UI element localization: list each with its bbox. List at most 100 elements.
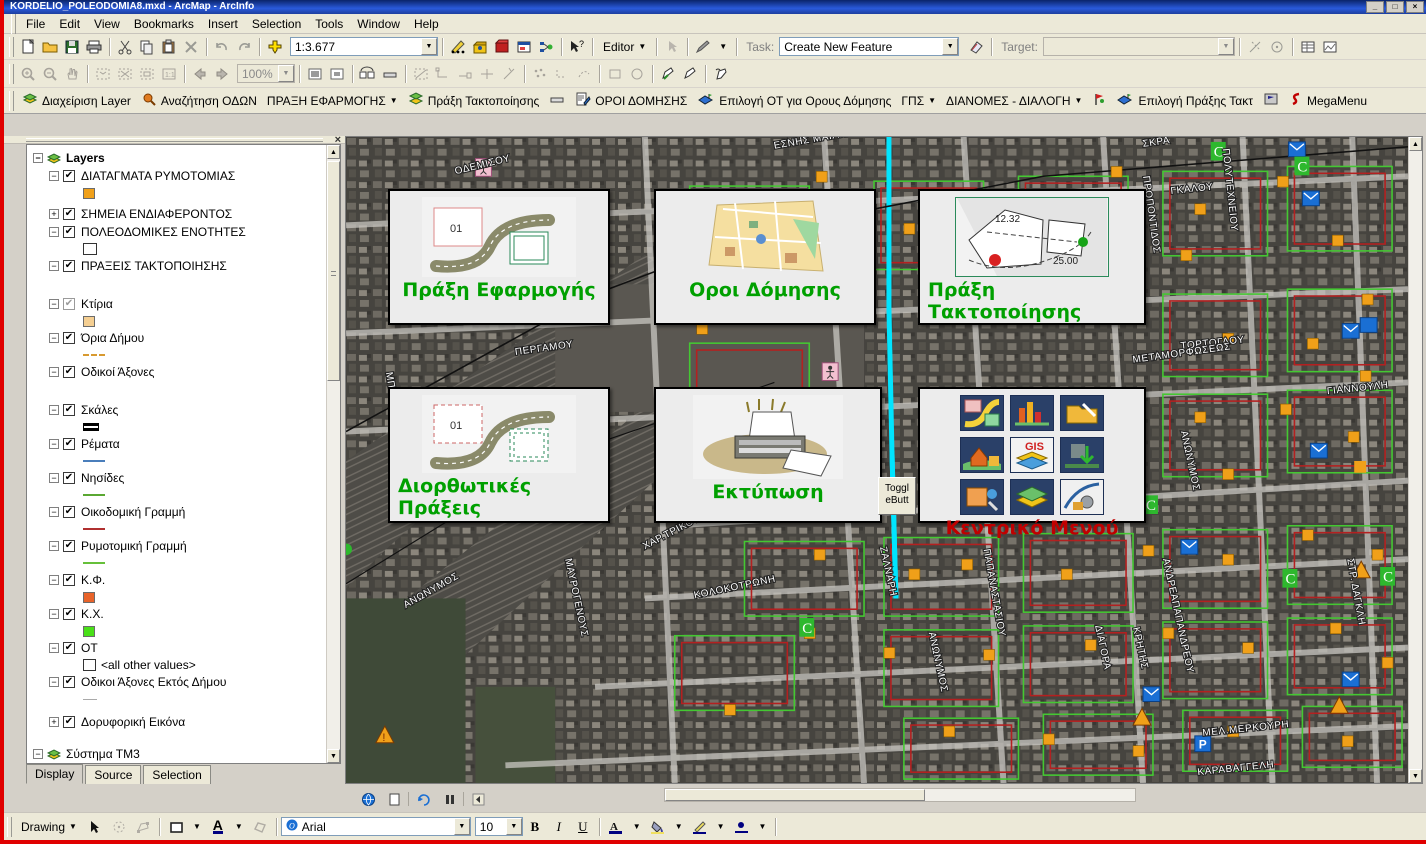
save-map-icon[interactable] — [61, 36, 83, 58]
map-vertical-scrollbar[interactable]: ▲ ▼ — [1408, 137, 1422, 783]
menu-bookmarks[interactable]: Bookmarks — [127, 15, 201, 33]
refresh-icon[interactable] — [357, 63, 379, 85]
point-set-icon[interactable] — [529, 63, 551, 85]
collapse-icon[interactable]: − — [49, 171, 59, 181]
layer-visibility-checkbox[interactable]: ✔ — [63, 260, 75, 272]
whats-this-help-icon[interactable]: ? — [566, 36, 588, 58]
redo-icon[interactable] — [233, 36, 255, 58]
sketch-dropdown-icon[interactable]: ▼ — [714, 42, 732, 51]
pan-icon[interactable] — [61, 63, 83, 85]
toc-layer-kx[interactable]: − ✔ Κ.Χ. — [33, 605, 326, 623]
refresh-view-icon[interactable] — [411, 788, 435, 810]
layer-visibility-checkbox[interactable]: ✔ — [63, 540, 75, 552]
minimize-button[interactable]: _ — [1366, 1, 1384, 13]
font-family-combo[interactable]: O Arial ▼ — [280, 817, 471, 836]
panel-praxi-taktopoiisis[interactable]: 12.32 25.00 Πράξη Τακτοποίησης — [918, 189, 1146, 325]
collapse-icon[interactable]: − — [49, 643, 59, 653]
layer-visibility-checkbox[interactable]: ✔ — [63, 366, 75, 378]
toc-scrollbar[interactable]: ▲ ▼ — [326, 145, 340, 763]
circle-tool-icon[interactable] — [626, 63, 648, 85]
menu-insert[interactable]: Insert — [201, 15, 245, 33]
toolbar-item-dianomes-dialogi[interactable]: ΔΙΑΝΟΜΕΣ - ΔΙΑΛΟΓΗ ▼ — [941, 92, 1087, 110]
editor-tool-icon[interactable] — [447, 36, 469, 58]
toc-layer-kf[interactable]: − ✔ Κ.Φ. — [33, 571, 326, 589]
bold-button[interactable]: B — [523, 816, 547, 838]
endpoint-arc-icon[interactable] — [454, 63, 476, 85]
fixed-zoom-out-icon[interactable] — [136, 63, 158, 85]
new-map-icon[interactable] — [17, 36, 39, 58]
grid-icon-measure[interactable] — [1060, 479, 1104, 515]
chevron-down-icon[interactable]: ▼ — [754, 822, 772, 831]
python-window-icon[interactable] — [513, 36, 535, 58]
select-elements-icon[interactable] — [83, 816, 107, 838]
expand-icon[interactable]: + — [49, 209, 59, 219]
layer-visibility-checkbox[interactable]: ✔ — [63, 170, 75, 182]
arctoolbox-icon[interactable] — [469, 36, 491, 58]
maximize-button[interactable]: □ — [1386, 1, 1404, 13]
toolbar-item-oroi-domisis[interactable]: ΟΡΟΙ ΔΟΜΗΣΗΣ — [570, 90, 692, 111]
grid-icon-layers[interactable] — [1010, 479, 1054, 515]
toc-layer-poleodomikes[interactable]: − ✔ ΠΟΛΕΟΔΟΜΙΚΕΣ ΕΝΟΤΗΤΕΣ — [33, 223, 326, 241]
menu-window[interactable]: Window — [350, 15, 407, 33]
layer-visibility-checkbox[interactable]: ✔ — [63, 472, 75, 484]
menu-edit[interactable]: Edit — [52, 15, 87, 33]
close-button[interactable]: × — [1406, 1, 1424, 13]
sketch-tool-icon[interactable] — [410, 63, 432, 85]
toc-layer-oikodomiki-grammi[interactable]: − ✔ Οικοδομική Γραμμή — [33, 503, 326, 521]
split-tool-icon[interactable] — [1244, 36, 1266, 58]
chevron-down-icon[interactable]: ▼ — [942, 38, 959, 55]
layer-visibility-checkbox[interactable]: ✔ — [63, 676, 75, 688]
drawing-toolbar-grip[interactable] — [7, 816, 12, 837]
collapse-icon[interactable]: − — [33, 749, 43, 759]
cut-polygon-icon[interactable] — [657, 63, 679, 85]
globe-icon[interactable] — [356, 788, 380, 810]
fill-color-icon[interactable] — [646, 816, 670, 838]
font-size-combo[interactable]: 10 ▼ — [474, 817, 523, 836]
scroll-down-icon[interactable]: ▼ — [1409, 769, 1422, 783]
font-color-icon[interactable]: A — [604, 816, 628, 838]
go-back-extent-icon[interactable] — [189, 63, 211, 85]
grid-icon-house[interactable] — [960, 437, 1004, 473]
layer-visibility-checkbox[interactable]: ✔ — [63, 226, 75, 238]
tangent-curve-icon[interactable] — [573, 63, 595, 85]
toc-root-systima-tm3[interactable]: − Σύστημα ΤΜ3 — [33, 745, 326, 763]
hscroll-thumb[interactable] — [665, 789, 925, 801]
chevron-down-icon[interactable]: ▼ — [670, 822, 688, 831]
toc-layer-rymotomiki-grammi[interactable]: − ✔ Ρυμοτομική Γραμμή — [33, 537, 326, 555]
chevron-down-icon[interactable]: ▼ — [628, 822, 646, 831]
chevron-down-icon[interactable]: ▼ — [278, 65, 294, 82]
chevron-down-icon[interactable]: ▼ — [390, 96, 398, 105]
map-canvas[interactable]: C C C C C C C ! — [346, 137, 1408, 783]
reshape-feature-icon[interactable] — [679, 63, 701, 85]
tab-display[interactable]: Display — [26, 764, 84, 784]
trace-polygon-icon[interactable] — [551, 63, 573, 85]
map-horizontal-scrollbar[interactable] — [664, 788, 1136, 802]
tab-source[interactable]: Source — [85, 765, 142, 784]
expand-icon[interactable]: + — [49, 717, 59, 727]
collapse-icon[interactable]: − — [49, 575, 59, 585]
new-text-icon[interactable]: A — [206, 816, 230, 838]
collapse-icon[interactable]: − — [49, 507, 59, 517]
scroll-up-icon[interactable]: ▲ — [1409, 137, 1422, 151]
grid-icon-parcel-road[interactable] — [960, 395, 1004, 431]
page-layout-icon[interactable] — [304, 63, 326, 85]
toc-layer-remata[interactable]: − ✔ Ρέματα — [33, 435, 326, 453]
collapse-icon[interactable]: − — [49, 333, 59, 343]
layer-visibility-checkbox[interactable]: ✔ — [63, 404, 75, 416]
layer-visibility-checkbox[interactable]: ✔ — [63, 506, 75, 518]
one-to-one-icon[interactable]: 1:1 — [158, 63, 180, 85]
grid-icon-gis-layers[interactable]: GIS — [1010, 437, 1054, 473]
toolbar-item-bar[interactable] — [544, 90, 570, 111]
toc-layer-praxeis-taktopoiisis[interactable]: − ✔ ΠΡΑΞΕΙΣ ΤΑΚΤΟΠΟΙΗΣΗΣ — [33, 257, 326, 275]
target-combo[interactable]: ▼ — [1042, 37, 1235, 56]
rotate-icon[interactable] — [107, 816, 131, 838]
toc-layer-odikoi-ektos[interactable]: − ✔ Οδικοι Άξονες Εκτός Δήμου — [33, 673, 326, 691]
collapse-icon[interactable]: − — [49, 227, 59, 237]
grid-icon-download[interactable] — [1060, 437, 1104, 473]
marker-color-icon[interactable] — [730, 816, 754, 838]
toc-layer-oria-dimou[interactable]: − ✔ Όρια Δήμου — [33, 329, 326, 347]
toolbar-item-flag[interactable] — [1258, 90, 1284, 111]
toc-layer-ot[interactable]: − ✔ ΟΤ — [33, 639, 326, 657]
collapse-icon[interactable]: − — [49, 261, 59, 271]
zoom-out-icon[interactable] — [39, 63, 61, 85]
